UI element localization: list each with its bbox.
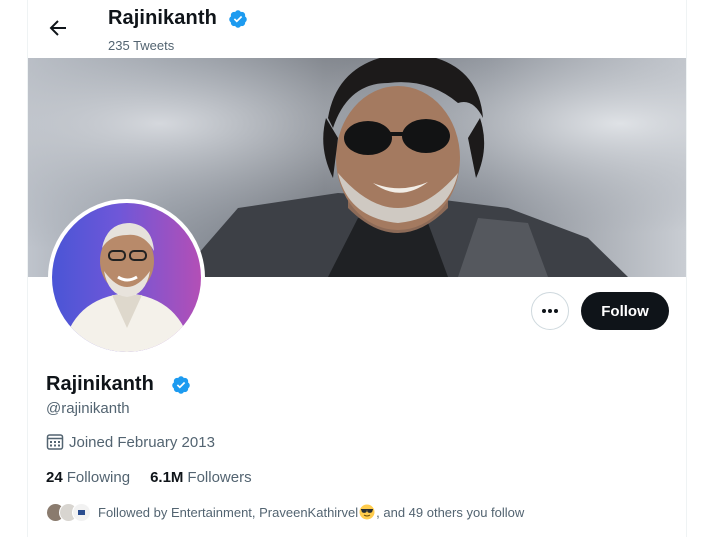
follower-avatar-3 <box>72 502 91 522</box>
joined-date: Joined February 2013 <box>46 433 215 451</box>
followers-label: Followers <box>187 469 252 486</box>
following-count: 24 <box>46 469 63 486</box>
avatar-image <box>52 203 201 352</box>
verified-badge-icon <box>172 376 190 394</box>
follow-stats: 24 Following 6.1M Followers <box>46 469 272 486</box>
profile-name: Rajinikanth <box>46 373 154 395</box>
following-label: Following <box>66 469 131 486</box>
more-button[interactable] <box>531 292 569 330</box>
verified-badge-icon <box>229 10 247 28</box>
follow-button[interactable]: Follow <box>581 292 669 330</box>
profile-avatar[interactable] <box>48 199 205 356</box>
followed-by-text[interactable]: Followed by Entertainment, PraveenKathir… <box>98 504 524 520</box>
joined-text: Joined February 2013 <box>69 433 215 451</box>
followed-by[interactable]: Followed by Entertainment, PraveenKathir… <box>46 502 524 522</box>
tweet-count: 235 Tweets <box>108 38 175 53</box>
followers-link[interactable]: 6.1M Followers <box>150 469 252 486</box>
calendar-icon <box>46 434 64 450</box>
followed-by-prefix: Followed by Entertainment, PraveenKathir… <box>98 505 359 520</box>
back-button[interactable] <box>46 16 70 40</box>
profile-handle: @rajinikanth <box>46 400 130 417</box>
followers-count: 6.1M <box>150 469 184 486</box>
header-name: Rajinikanth <box>108 7 217 29</box>
following-link[interactable]: 24 Following <box>46 469 130 486</box>
more-horizontal-icon <box>542 309 558 313</box>
arrow-left-icon <box>49 20 66 36</box>
sunglasses-emoji-icon <box>359 504 375 520</box>
followed-by-suffix: , and 49 others you follow <box>376 505 525 520</box>
